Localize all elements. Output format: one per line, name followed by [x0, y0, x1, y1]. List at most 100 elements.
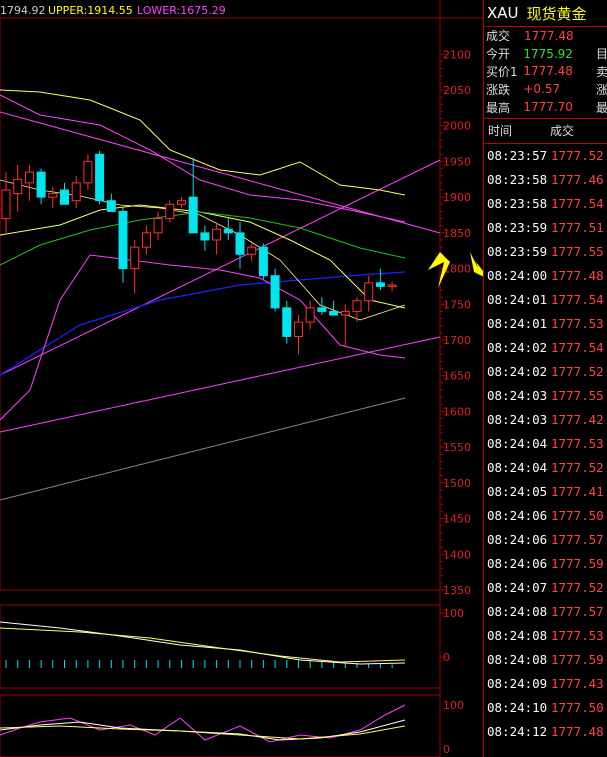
tick-row: 08:24:03 1777.42 — [484, 408, 607, 432]
quote-label: 最高 — [486, 100, 511, 115]
tick-price: 1777.41 — [551, 484, 604, 500]
tick-price: 1777.46 — [551, 172, 604, 188]
quote-extra: 目 — [595, 47, 607, 62]
tick-price: 1777.52 — [551, 364, 604, 380]
tick-row: 08:24:09 1777.43 — [484, 672, 607, 696]
macd-line — [0, 621, 406, 665]
tick-time: 08:24:01 — [487, 292, 548, 308]
tick-price: 1777.55 — [551, 388, 604, 404]
tick-row: 08:24:07 1777.52 — [484, 576, 607, 600]
price-axis-label: 1450 — [443, 513, 471, 526]
tick-row: 08:24:12 1777.48 — [484, 720, 607, 744]
candle-body — [118, 210, 128, 270]
candle-body — [188, 196, 198, 234]
candle-body — [95, 153, 105, 202]
tick-time: 08:24:04 — [487, 460, 548, 476]
tick-price: 1777.51 — [551, 220, 604, 236]
tick-list[interactable]: 08:23:57 1777.52 08:23:58 1777.46 08:23:58 17… — [484, 144, 607, 744]
tick-time: 08:24:08 — [487, 604, 548, 620]
tick-row: 08:24:02 1777.52 — [484, 360, 607, 384]
ma-yellow-upper — [0, 89, 406, 196]
tick-row: 08:24:06 1777.59 — [484, 552, 607, 576]
candle-body — [364, 282, 374, 302]
main-panel-frame — [0, 17, 441, 591]
tick-header-time: 时间 — [488, 124, 513, 139]
tick-price: 1777.42 — [551, 412, 604, 428]
mid-band-value: 1794.92 — [0, 4, 46, 17]
candle-body — [165, 203, 175, 220]
tick-time: 08:23:58 — [487, 172, 548, 188]
quote-row: 成交 1777.48 — [484, 27, 607, 45]
price-axis-label: 1500 — [443, 477, 471, 490]
symbol-name: 现货黄金 — [526, 4, 587, 23]
candle-body — [387, 284, 397, 287]
tick-header: 时间 成交 — [484, 117, 607, 144]
tick-time: 08:24:07 — [487, 580, 548, 596]
quote-row: 今开 1775.92 目 — [484, 45, 607, 63]
quote-value: 1777.48 — [523, 64, 573, 79]
tick-time: 08:24:05 — [487, 484, 548, 500]
candle-body — [13, 178, 23, 195]
candle-body — [352, 300, 362, 312]
candle-body — [235, 232, 245, 255]
price-axis-label: 1350 — [443, 584, 471, 597]
candle-body — [223, 228, 233, 234]
ma-blue — [0, 271, 406, 376]
quote-label: 买价1 — [486, 64, 518, 79]
tick-price: 1777.53 — [551, 628, 604, 644]
candle-body — [247, 246, 257, 255]
tick-time: 08:24:10 — [487, 700, 548, 716]
tick-row: 08:24:04 1777.52 — [484, 456, 607, 480]
quote-label: 今开 — [486, 47, 511, 62]
candle-body — [270, 275, 280, 309]
kdj-k — [0, 719, 406, 741]
kdj-d — [0, 725, 406, 740]
tick-row: 08:23:58 1777.54 — [484, 192, 607, 216]
quote-value: 1777.48 — [524, 28, 574, 43]
annotation-arrow-right — [470, 252, 483, 277]
tick-price: 1777.48 — [551, 724, 604, 740]
quote-extra: 卖 — [595, 64, 607, 79]
tick-price: 1777.55 — [551, 244, 604, 260]
candle-body — [177, 200, 186, 205]
tick-row: 08:24:10 1777.50 — [484, 696, 607, 720]
quote-label: 涨跌 — [486, 82, 511, 97]
quote-extra: 涨 — [595, 82, 607, 97]
symbol-title: XAU 现货黄金 — [484, 0, 607, 27]
tick-time: 08:24:06 — [487, 532, 548, 548]
price-axis-label: 1950 — [443, 155, 471, 168]
quote-extra: 最 — [595, 100, 607, 115]
tick-row: 08:23:59 1777.55 — [484, 240, 607, 264]
quote-value: 1775.92 — [523, 46, 573, 61]
tick-price: 1777.59 — [551, 556, 604, 572]
tick-row: 08:24:03 1777.55 — [484, 384, 607, 408]
tick-price: 1777.57 — [551, 532, 604, 548]
tick-time: 08:24:03 — [487, 388, 548, 404]
kline-chart[interactable]: 1794.92 UPPER:1914.55 LOWER:1675.29 2100 205… — [0, 0, 483, 757]
tick-price: 1777.52 — [551, 580, 604, 596]
candle-body — [141, 232, 151, 248]
tick-price: 1777.57 — [551, 604, 604, 620]
chart-canvas[interactable]: 1794.92 UPPER:1914.55 LOWER:1675.29 2100 205… — [0, 0, 483, 757]
price-axis-label: 1550 — [443, 441, 471, 454]
candle-body — [36, 171, 46, 198]
tick-row: 08:24:06 1777.50 — [484, 504, 607, 528]
tick-price: 1777.54 — [551, 340, 604, 356]
candle-body — [60, 189, 69, 205]
candle-body — [48, 193, 58, 198]
price-axis-label: 1650 — [443, 370, 471, 383]
quote-value: 1777.70 — [523, 100, 573, 115]
tick-time: 08:24:02 — [487, 364, 548, 380]
price-axis-label: 1700 — [443, 334, 471, 347]
tick-header-price: 成交 — [550, 124, 575, 139]
quote-row: 涨跌 +0.57 涨 — [484, 80, 607, 98]
tick-time: 08:24:01 — [487, 316, 548, 332]
candle-body — [294, 321, 303, 337]
tick-time: 08:24:08 — [487, 628, 548, 644]
price-axis-label: 2050 — [443, 84, 471, 97]
price-axis-label: 2100 — [443, 48, 471, 61]
tick-row: 08:24:05 1777.41 — [484, 480, 607, 504]
candle-body — [340, 310, 350, 316]
tick-price: 1777.53 — [551, 436, 604, 452]
trendline-lower — [0, 336, 441, 433]
